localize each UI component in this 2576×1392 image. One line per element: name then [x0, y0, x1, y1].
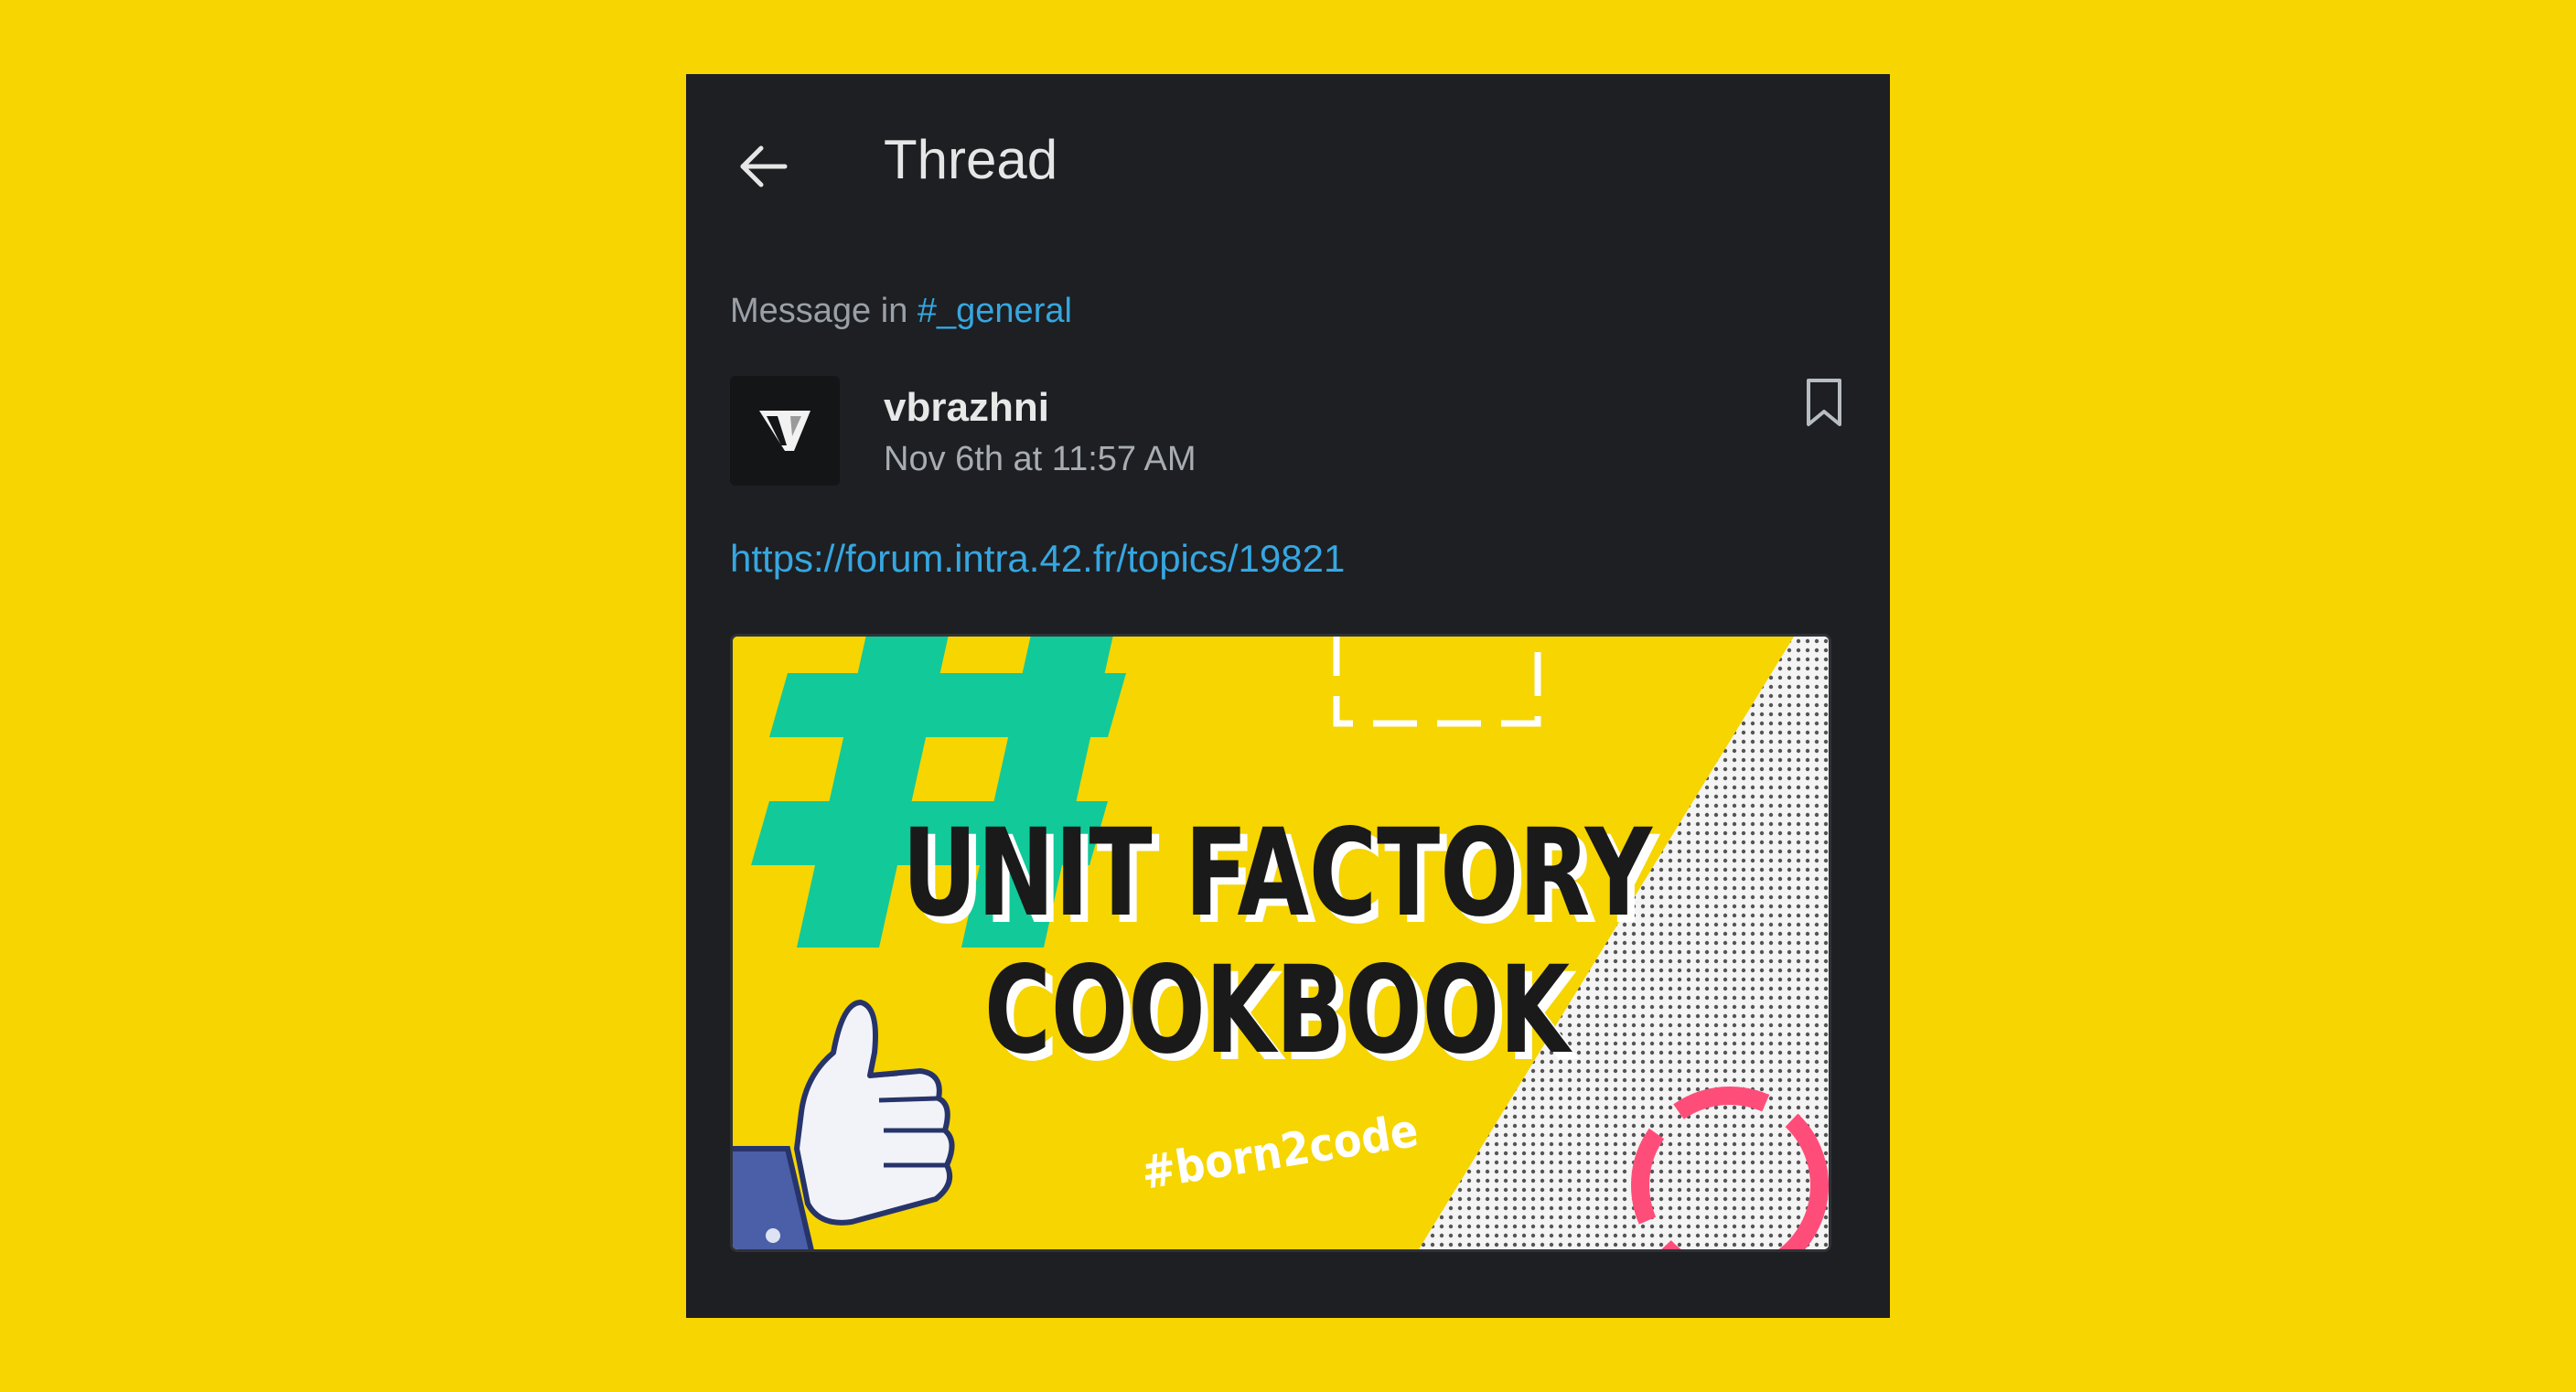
message-author[interactable]: vbrazhni — [884, 385, 1049, 431]
context-prefix: Message in — [730, 292, 908, 330]
arrow-left-icon — [740, 145, 788, 187]
bookmark-button[interactable] — [1804, 376, 1844, 429]
bookmark-icon — [1807, 379, 1841, 426]
link-preview-image[interactable]: UNIT FACTORY UNIT FACTORY COOKBOOK COOKB… — [730, 634, 1831, 1252]
preview-headline-1: UNIT FACTORY — [902, 803, 1653, 944]
page-title: Thread — [884, 129, 1058, 190]
message-timestamp: Nov 6th at 11:57 AM — [884, 440, 1197, 478]
preview-headline-2: COOKBOOK — [984, 940, 1573, 1081]
unit-factory-logo-icon — [759, 411, 810, 451]
thread-panel: Thread Message in #_general vbrazhni Nov… — [686, 74, 1890, 1318]
message-link[interactable]: https://forum.intra.42.fr/topics/19821 — [730, 537, 1345, 581]
thread-header: Thread — [686, 74, 1890, 257]
message-context: Message in #_general — [730, 292, 1072, 331]
avatar[interactable] — [730, 376, 840, 486]
back-button[interactable] — [732, 138, 796, 195]
channel-link[interactable]: #_general — [918, 292, 1072, 330]
